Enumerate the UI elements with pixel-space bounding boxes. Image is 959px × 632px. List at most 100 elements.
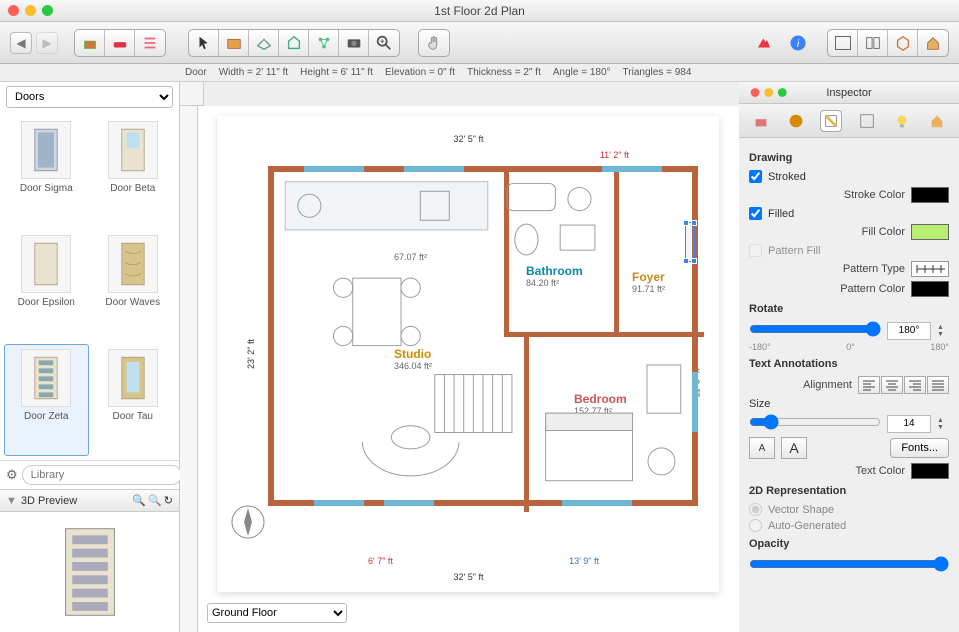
selected-door[interactable] <box>685 222 695 262</box>
font-large-button[interactable]: A <box>781 437 807 459</box>
share-button[interactable] <box>749 30 779 56</box>
preview-3d[interactable] <box>0 512 179 632</box>
main-toolbar: ◀ ▶ i <box>0 22 959 64</box>
status-height: Height = 6' 11" ft <box>300 67 373 78</box>
size-label: Size <box>749 398 779 410</box>
furniture-mode-button[interactable] <box>75 30 105 56</box>
inspector-panel: Inspector Drawing Stroked Stroke Color F… <box>739 82 959 632</box>
dim-left: 23' 2" ft <box>246 339 256 369</box>
library-category-select[interactable]: Doors <box>6 86 173 108</box>
fonts-button[interactable]: Fonts... <box>890 438 949 458</box>
zoom-out-icon[interactable]: 🔍 <box>148 494 162 507</box>
rotate-value-input[interactable] <box>887 322 931 340</box>
library-item[interactable]: Door Tau <box>91 344 176 456</box>
floor-select[interactable]: Ground Floor <box>207 603 347 623</box>
dimension-tool-button[interactable] <box>309 30 339 56</box>
font-small-button[interactable]: A <box>749 437 775 459</box>
auto-generated-radio <box>749 519 762 532</box>
opacity-slider[interactable] <box>749 556 949 572</box>
wall-tool-button[interactable] <box>219 30 249 56</box>
section-rotate: Rotate <box>749 303 949 315</box>
align-center-button[interactable] <box>881 376 903 394</box>
section-text-annotations: Text Annotations <box>749 358 949 370</box>
sofa-mode-button[interactable] <box>105 30 135 56</box>
small-area-label: 5.87 ft² <box>292 208 320 218</box>
list-mode-button[interactable] <box>135 30 165 56</box>
fill-color-swatch[interactable] <box>911 224 949 240</box>
layout-1-button[interactable] <box>828 30 858 56</box>
select-tool-button[interactable] <box>189 30 219 56</box>
align-left-button[interactable] <box>858 376 880 394</box>
library-item-label: Door Waves <box>105 297 160 308</box>
insp-tab-light[interactable] <box>891 110 913 132</box>
zoom-tool-button[interactable] <box>369 30 399 56</box>
library-item[interactable]: Door Epsilon <box>4 230 89 342</box>
disclosure-icon[interactable]: ▼ <box>6 495 17 507</box>
dim-bottom-outer: 32' 5" ft <box>454 572 484 582</box>
layout-home-button[interactable] <box>918 30 948 56</box>
stroke-color-swatch[interactable] <box>911 187 949 203</box>
library-item[interactable]: Door Zeta <box>4 344 89 456</box>
pattern-color-swatch[interactable] <box>911 281 949 297</box>
info-button[interactable]: i <box>783 30 813 56</box>
align-right-button[interactable] <box>904 376 926 394</box>
inspector-tabs <box>739 104 959 138</box>
kitchen-area-label: 67.07 ft² <box>394 252 427 262</box>
dim-bottom-right: 13' 9" ft <box>569 556 599 566</box>
library-item[interactable]: Door Beta <box>91 116 176 228</box>
section-2d-rep: 2D Representation <box>749 485 949 497</box>
nav-forward-button[interactable]: ▶ <box>36 32 58 54</box>
floor-plan[interactable]: Studio 346.04 ft² Bathroom 84.20 ft² Foy… <box>268 166 698 506</box>
stepper-up-icon[interactable]: ▲ <box>937 324 949 331</box>
zoom-in-icon[interactable]: 🔍 <box>132 494 146 507</box>
dim-top-inner: 11' 2" ft <box>600 150 629 160</box>
layout-3d-button[interactable] <box>888 30 918 56</box>
door-thumb-icon <box>108 349 158 407</box>
drawing-paper: 32' 5" ft 11' 2" ft 23' 2" ft 11' 3" ft … <box>218 116 719 592</box>
pattern-type-label: Pattern Type <box>749 263 905 275</box>
status-elevation: Elevation = 0" ft <box>385 67 455 78</box>
status-bar: Door Width = 2' 11" ft Height = 6' 11" f… <box>0 64 959 82</box>
rotate-slider[interactable] <box>749 321 881 337</box>
filled-checkbox[interactable] <box>749 207 762 220</box>
stroke-color-label: Stroke Color <box>749 189 905 201</box>
camera-tool-button[interactable] <box>339 30 369 56</box>
room-foyer-label: Foyer 91.71 ft² <box>632 270 665 294</box>
library-search-input[interactable] <box>22 465 182 485</box>
stepper-down-icon[interactable]: ▼ <box>937 331 949 338</box>
rotate-3d-icon[interactable]: ↻ <box>164 494 173 507</box>
library-grid: Door Sigma Door Beta Door Epsilon Door W… <box>0 112 179 460</box>
status-triangles: Triangles = 984 <box>623 67 692 78</box>
gear-icon[interactable]: ⚙ <box>6 467 18 483</box>
library-item[interactable]: Door Sigma <box>4 116 89 228</box>
align-justify-button[interactable] <box>927 376 949 394</box>
pan-tool-button[interactable] <box>419 30 449 56</box>
status-angle: Angle = 180° <box>553 67 611 78</box>
insp-tab-building[interactable] <box>926 110 948 132</box>
insp-tab-2d[interactable] <box>820 110 842 132</box>
stepper-up-icon[interactable]: ▲ <box>937 417 949 424</box>
stepper-down-icon[interactable]: ▼ <box>937 424 949 431</box>
library-item[interactable]: Door Waves <box>91 230 176 342</box>
floor-tool-button[interactable] <box>249 30 279 56</box>
canvas[interactable]: 32' 5" ft 11' 2" ft 23' 2" ft 11' 3" ft … <box>198 106 739 632</box>
stroked-checkbox[interactable] <box>749 170 762 183</box>
nav-back-button[interactable]: ◀ <box>10 32 32 54</box>
alignment-label: Alignment <box>749 379 852 391</box>
size-slider[interactable] <box>749 414 881 430</box>
room-bedroom-label: Bedroom 152.77 ft² <box>574 392 627 416</box>
text-color-swatch[interactable] <box>911 463 949 479</box>
insp-tab-object[interactable] <box>750 110 772 132</box>
pattern-type-swatch[interactable] <box>911 261 949 277</box>
room-tool-button[interactable] <box>279 30 309 56</box>
library-item-label: Door Tau <box>113 411 153 422</box>
status-width: Width = 2' 11" ft <box>219 67 288 78</box>
insp-tab-text[interactable] <box>856 110 878 132</box>
tool-group <box>188 29 400 57</box>
layout-2-button[interactable] <box>858 30 888 56</box>
room-studio-label: Studio 346.04 ft² <box>394 347 432 371</box>
door-thumb-icon <box>21 121 71 179</box>
size-value-input[interactable] <box>887 415 931 433</box>
insp-tab-materials[interactable] <box>785 110 807 132</box>
library-panel: Doors Door Sigma Door Beta Door Epsilon … <box>0 82 180 632</box>
